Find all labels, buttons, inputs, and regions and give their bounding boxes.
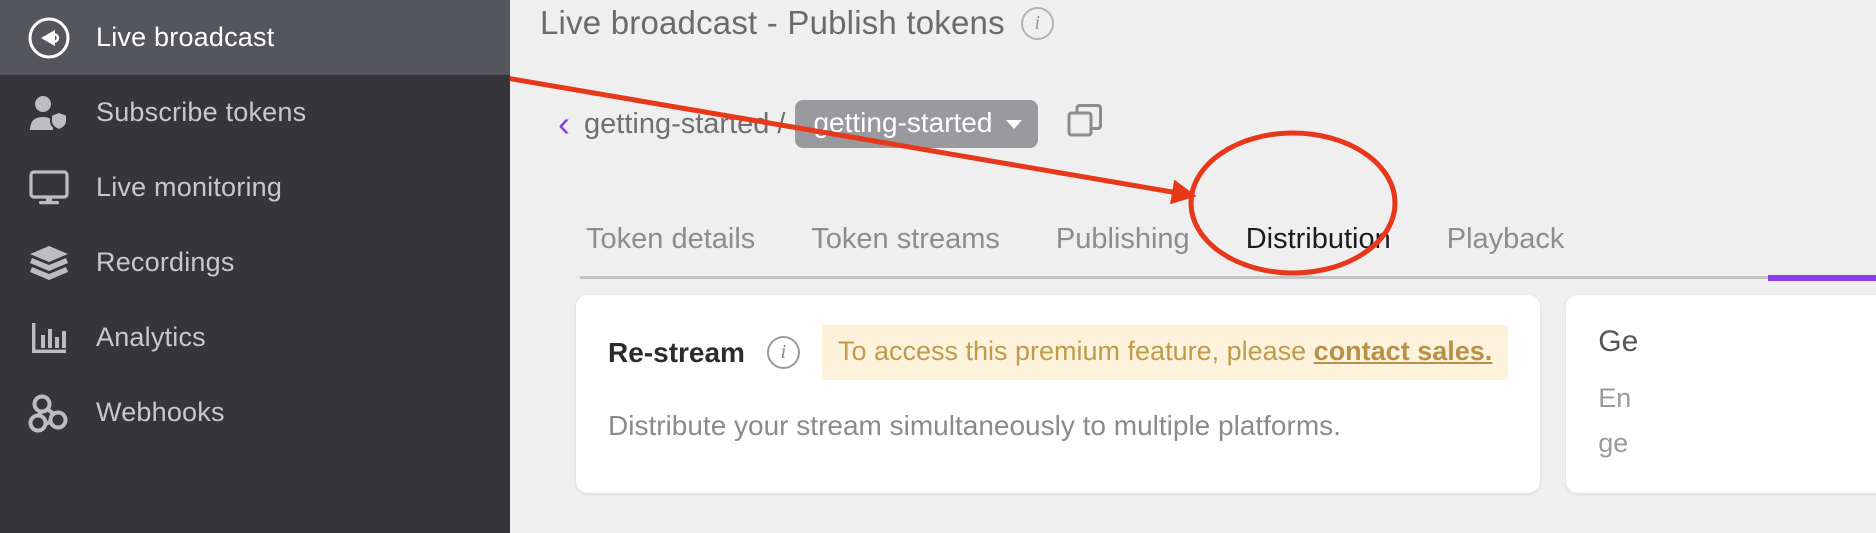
sidebar-item-label: Subscribe tokens: [96, 97, 307, 127]
page-title: Live broadcast - Publish tokens: [540, 4, 1005, 41]
sidebar-item-subscribe-tokens[interactable]: Subscribe tokens: [0, 75, 510, 150]
breadcrumb-root-link[interactable]: getting-started: [584, 108, 769, 141]
tab-publishing[interactable]: Publishing: [1028, 223, 1218, 278]
restream-title: Re-stream: [608, 336, 745, 368]
user-shield-icon: [22, 90, 76, 136]
sidebar: Live broadcast Subscribe tokens Live mon…: [0, 0, 510, 533]
tab-divider: [580, 276, 1876, 279]
tab-playback[interactable]: Playback: [1419, 223, 1593, 278]
premium-banner-text: To access this premium feature, please: [837, 336, 1314, 366]
sidebar-item-label: Live monitoring: [96, 172, 283, 202]
side-card-title: Ge: [1598, 325, 1639, 358]
sidebar-item-analytics[interactable]: Analytics: [0, 300, 510, 375]
contact-sales-link[interactable]: contact sales.: [1314, 336, 1493, 366]
chevron-left-icon[interactable]: ‹: [558, 106, 570, 142]
tab-active-underline: [1768, 275, 1876, 281]
app-root: Live broadcast Subscribe tokens Live mon…: [0, 0, 1876, 533]
token-select-dropdown[interactable]: getting-started: [795, 100, 1039, 148]
side-card-line-1: En: [1598, 383, 1632, 413]
cards-container: Re-stream i To access this premium featu…: [576, 295, 1876, 494]
breadcrumb-separator: /: [777, 107, 786, 140]
tab-strip: Token details Token streams Publishing D…: [558, 175, 1876, 278]
info-icon[interactable]: i: [766, 336, 800, 369]
restream-description: Distribute your stream simultaneously to…: [608, 410, 1341, 441]
side-card: Ge En ge: [1566, 295, 1876, 494]
sidebar-item-live-broadcast[interactable]: Live broadcast: [0, 0, 510, 75]
tab-token-streams[interactable]: Token streams: [783, 223, 1028, 278]
sidebar-item-label: Analytics: [96, 322, 206, 352]
webhook-icon: [22, 390, 76, 436]
tab-distribution[interactable]: Distribution: [1218, 223, 1419, 278]
sidebar-item-label: Live broadcast: [96, 22, 275, 52]
page-header: Live broadcast - Publish tokens i: [540, 4, 1054, 42]
monitor-icon: [22, 165, 76, 211]
breadcrumb: ‹ getting-started / getting-started: [558, 100, 1108, 148]
tab-bar: Token details Token streams Publishing D…: [558, 175, 1876, 281]
tab-token-details[interactable]: Token details: [558, 223, 783, 278]
restream-header-row: Re-stream i To access this premium featu…: [608, 325, 1509, 380]
sidebar-item-label: Recordings: [96, 247, 235, 277]
broadcast-icon: [22, 15, 76, 61]
sidebar-item-webhooks[interactable]: Webhooks: [0, 375, 510, 450]
layers-icon: [22, 240, 76, 286]
token-select-value: getting-started: [813, 107, 993, 138]
main-content: Live broadcast - Publish tokens i ‹ gett…: [510, 0, 1876, 533]
sidebar-item-live-monitoring[interactable]: Live monitoring: [0, 150, 510, 225]
premium-feature-banner: To access this premium feature, please c…: [821, 325, 1509, 380]
info-icon[interactable]: i: [1020, 6, 1054, 40]
side-card-line-2: ge: [1598, 428, 1629, 459]
chevron-down-icon: [1006, 120, 1023, 129]
bar-chart-icon: [22, 315, 76, 361]
sidebar-item-recordings[interactable]: Recordings: [0, 225, 510, 300]
sidebar-item-label: Webhooks: [96, 397, 225, 427]
restream-card: Re-stream i To access this premium featu…: [576, 295, 1541, 494]
copy-icon[interactable]: [1064, 102, 1108, 146]
